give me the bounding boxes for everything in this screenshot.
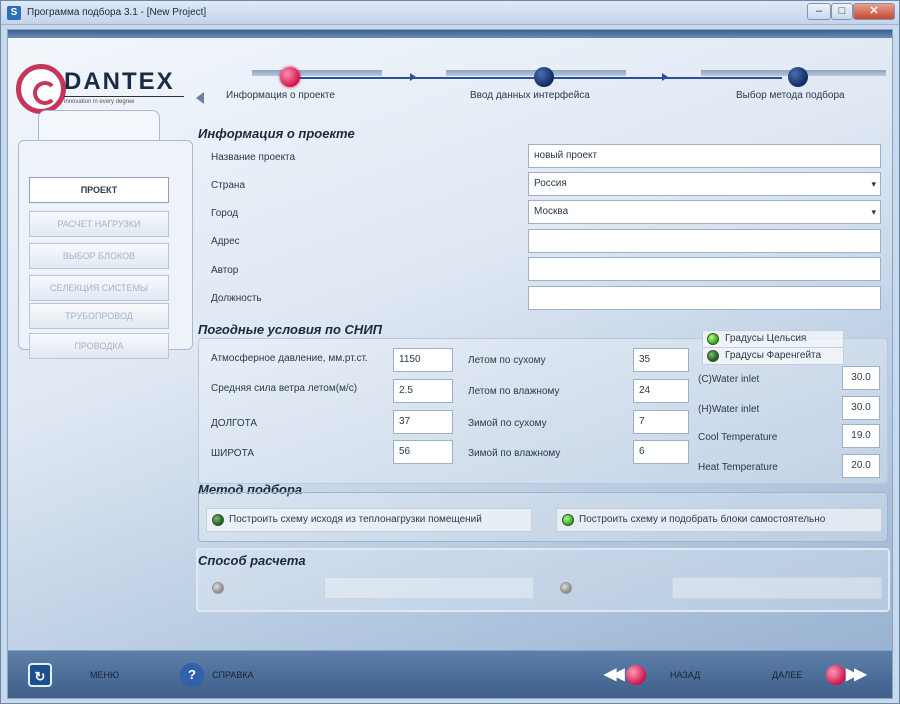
cool-water-inlet-input[interactable]: 30.0 [842,366,880,390]
nav-item-system-select[interactable]: СЕЛЕКЦИЯ СИСТЕМЫ [29,275,169,301]
wind-label: Средняя сила ветра летом(м/с) [211,383,358,394]
wizard-steps: Информация о проекте Ввод данных интерфе… [196,66,886,108]
calc-option-2-field[interactable] [672,577,882,599]
fahrenheit-radio-icon[interactable] [707,350,719,362]
summer-dry-input[interactable]: 35 [633,348,689,372]
help-icon[interactable]: ? [180,663,204,687]
project-info-title: Информация о проекте [198,126,355,141]
method-load-radio-icon[interactable] [212,514,224,526]
back-label[interactable]: НАЗАД [670,670,700,680]
window-title: Программа подбора 3.1 - [New Project] [27,7,207,18]
logo-icon [16,64,66,114]
minimize-button[interactable]: – [807,3,831,20]
fahrenheit-label: Градусы Фаренгейта [725,350,822,361]
heat-temperature-input[interactable]: 20.0 [842,454,880,478]
weather-title: Погодные условия по СНИП [198,322,383,337]
close-button[interactable]: ✕ [853,3,895,20]
wizard-marker-icon [662,73,668,81]
sidebar-nav: ПРОЕКТ РАСЧЕТ НАГРУЗКИ ВЫБОР БЛОКОВ СЕЛЕ… [18,140,193,359]
country-select[interactable]: Россия [528,172,881,196]
back-arrows-icon[interactable]: ◀◀ [604,664,625,684]
wizard-bar [252,70,382,76]
pressure-input[interactable]: 1150 [393,348,453,372]
latitude-input[interactable]: 56 [393,440,453,464]
summer-wet-label: Летом по влажному [468,386,560,397]
title-bar[interactable]: S Программа подбора 3.1 - [New Project] … [1,1,899,25]
position-input[interactable] [528,286,881,310]
maximize-button[interactable]: □ [831,3,853,20]
celsius-radio-icon[interactable] [707,333,719,345]
wizard-step-1-dot[interactable] [280,67,300,87]
footer-bar: ↻ МЕНЮ ? СПРАВКА ◀◀ НАЗАД ДАЛЕЕ ▶▶ [8,650,892,698]
method-load-label: Построить схему исходя из теплонагрузки … [229,514,482,525]
longitude-input[interactable]: 37 [393,410,453,434]
project-name-label: Название проекта [211,152,296,163]
longitude-label: ДОЛГОТА [211,418,258,429]
next-arrows-icon[interactable]: ▶▶ [846,664,867,684]
city-label: Город [211,208,239,219]
winter-dry-input[interactable]: 7 [633,410,689,434]
app-window: S Программа подбора 3.1 - [New Project] … [0,0,900,704]
method-manual-label: Построить схему и подобрать блоки самост… [579,514,826,525]
calc-option-1-field[interactable] [324,577,534,599]
help-label[interactable]: СПРАВКА [212,670,254,680]
header-band [8,30,892,38]
app-icon: S [7,6,21,20]
calc-option-1-radio-icon[interactable] [212,582,224,594]
winter-wet-label: Зимой по влажному [468,448,561,459]
nav-item-load-calc[interactable]: РАСЧЕТ НАГРУЗКИ [29,211,169,237]
summer-dry-label: Летом по сухому [468,355,546,366]
menu-label[interactable]: МЕНЮ [90,670,119,680]
latitude-label: ШИРОТА [211,448,255,459]
wizard-step-2-dot[interactable] [534,67,554,87]
back-button-icon[interactable] [626,665,646,685]
heat-temperature-label: Heat Temperature [698,462,778,473]
wizard-step-3-dot[interactable] [788,67,808,87]
position-label: Должность [211,293,262,304]
method-option-load[interactable]: Построить схему исходя из теплонагрузки … [206,508,532,532]
menu-icon[interactable]: ↻ [28,663,52,687]
project-name-input[interactable]: новый проект [528,144,881,168]
winter-wet-input[interactable]: 6 [633,440,689,464]
wind-input[interactable]: 2.5 [393,379,453,403]
wizard-step-3-label: Выбор метода подбора [736,90,845,101]
heat-water-inlet-input[interactable]: 30.0 [842,396,880,420]
wizard-step-2-label: Ввод данных интерфейса [470,90,590,101]
fahrenheit-option[interactable]: Градусы Фаренгейта [702,347,844,365]
cool-water-inlet-label: (C)Water inlet [698,374,760,385]
address-input[interactable] [528,229,881,253]
summer-wet-input[interactable]: 24 [633,379,689,403]
nav-item-unit-select[interactable]: ВЫБОР БЛОКОВ [29,243,169,269]
author-label: Автор [211,265,239,276]
client-area: DANTEX innovation in every degree Информ… [7,29,893,699]
calc-title: Способ расчета [198,553,306,568]
cool-temperature-input[interactable]: 19.0 [842,424,880,448]
country-label: Страна [211,180,246,191]
author-input[interactable] [528,257,881,281]
logo-divider [64,96,184,97]
celsius-option[interactable]: Градусы Цельсия [702,330,844,348]
address-label: Адрес [211,236,240,247]
calc-option-2-radio-icon[interactable] [560,582,572,594]
winter-dry-label: Зимой по сухому [468,418,547,429]
cool-temperature-label: Cool Temperature [698,432,778,443]
method-option-manual[interactable]: Построить схему и подобрать блоки самост… [556,508,882,532]
wizard-step-1-label: Информация о проекте [226,90,335,101]
nav-item-piping[interactable]: ТРУБОПРОВОД [29,303,169,329]
heat-water-inlet-label: (H)Water inlet [698,404,760,415]
city-select[interactable]: Москва [528,200,881,224]
logo-text: DANTEX [64,68,175,95]
wizard-marker-icon [410,73,416,81]
next-button-icon[interactable] [826,665,846,685]
nav-item-project[interactable]: ПРОЕКТ [29,177,169,203]
nav-item-wiring[interactable]: ПРОВОДКА [29,333,169,359]
method-manual-radio-icon[interactable] [562,514,574,526]
next-label[interactable]: ДАЛЕЕ [772,670,802,680]
celsius-label: Градусы Цельсия [725,333,807,344]
logo-subtitle: innovation in every degree [64,99,135,105]
pressure-label: Атмосферное давление, мм.рт.ст. [211,353,368,364]
